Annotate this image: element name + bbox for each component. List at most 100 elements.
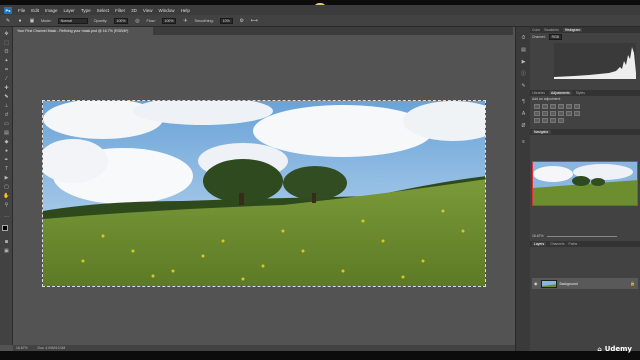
posterize-icon[interactable] — [534, 118, 540, 123]
color-lookup-icon[interactable] — [566, 111, 572, 116]
brush-preset-icon[interactable]: ✎ — [519, 83, 528, 90]
document-tab[interactable]: Your First Channel Mask - Refining your … — [13, 27, 153, 35]
more-tools-icon[interactable]: … — [2, 213, 11, 220]
zoom-readout[interactable]: 16.67% — [16, 346, 28, 350]
symmetry-icon[interactable]: ⟷ — [251, 18, 258, 24]
airbrush-icon[interactable]: ✈ — [182, 18, 188, 24]
move-tool-icon[interactable]: ✥ — [2, 31, 11, 38]
opacity-field[interactable]: 100% — [113, 17, 129, 24]
selective-color-icon[interactable] — [558, 118, 564, 123]
foreground-color-swatch[interactable] — [2, 225, 8, 231]
paragraph-panel-icon[interactable]: ¶ — [519, 99, 528, 106]
landscape-photo — [43, 101, 485, 286]
menu-window[interactable]: Window — [159, 8, 175, 13]
quick-select-tool-icon[interactable]: ✦ — [2, 58, 11, 65]
tab-styles[interactable]: Styles — [576, 91, 585, 95]
black-white-icon[interactable] — [542, 111, 548, 116]
pressure-opacity-icon[interactable]: ◎ — [134, 18, 140, 24]
doc-size-info[interactable]: Doc: 4.00M/13.0M — [38, 346, 66, 350]
tab-histogram[interactable]: Histogram — [562, 28, 583, 32]
tab-color[interactable]: Color — [532, 28, 540, 32]
brush-panel-icon[interactable]: ▣ — [29, 18, 35, 24]
gradient-map-icon[interactable] — [550, 118, 556, 123]
brush-tool-icon[interactable]: ✎ — [5, 18, 11, 24]
navigator-view-box[interactable] — [532, 161, 638, 206]
brush-tool-icon[interactable]: ✎ — [2, 94, 11, 101]
gradient-tool-icon[interactable]: ▤ — [2, 130, 11, 137]
navigator-zoom-slider[interactable] — [546, 235, 617, 237]
blur-tool-icon[interactable]: ◆ — [2, 139, 11, 146]
shape-tool-icon[interactable]: ▢ — [2, 184, 11, 191]
glyphs-panel-icon[interactable]: Ø — [519, 123, 528, 130]
panel-icon-strip: ⏱ ▤ ▶ ⓘ ✎ ¶ A Ø ≡ — [515, 27, 530, 351]
menu-image[interactable]: Image — [45, 8, 58, 13]
app-logo: Ps — [4, 6, 12, 14]
healing-tool-icon[interactable]: ✚ — [2, 85, 11, 92]
screen-mode-icon[interactable]: ▣ — [2, 248, 11, 255]
quick-mask-icon[interactable]: ◙ — [2, 239, 11, 246]
menu-type[interactable]: Type — [81, 8, 91, 13]
properties-panel-icon[interactable]: ▤ — [519, 47, 528, 54]
color-balance-icon[interactable] — [534, 111, 540, 116]
menu-layer[interactable]: Layer — [64, 8, 75, 13]
menu-3d[interactable]: 3D — [131, 8, 137, 13]
udemy-watermark: ⌂ Udemy — [597, 345, 632, 353]
menu-view[interactable]: View — [143, 8, 153, 13]
clone-stamp-tool-icon[interactable]: ⊥ — [2, 103, 11, 110]
path-select-tool-icon[interactable]: ▶ — [2, 175, 11, 182]
brush-size-icon[interactable]: ● — [17, 18, 23, 24]
threshold-icon[interactable] — [542, 118, 548, 123]
smoothing-field[interactable]: 10% — [219, 17, 233, 24]
hand-tool-icon[interactable]: ✋ — [2, 193, 11, 200]
layer-name[interactable]: Background — [560, 282, 578, 286]
tab-layers[interactable]: Layers — [532, 242, 547, 246]
curves-icon[interactable] — [550, 104, 556, 109]
visibility-eye-icon[interactable]: ◉ — [534, 281, 538, 286]
flow-field[interactable]: 100% — [161, 17, 177, 24]
channel-mixer-icon[interactable] — [558, 111, 564, 116]
menu-select[interactable]: Select — [97, 8, 110, 13]
eraser-tool-icon[interactable]: ▭ — [2, 121, 11, 128]
type-tool-icon[interactable]: T — [2, 166, 11, 173]
menu-edit[interactable]: Edit — [31, 8, 39, 13]
styles-panel-icon[interactable]: ≡ — [519, 139, 528, 146]
hue-saturation-icon[interactable] — [574, 104, 580, 109]
udemy-logo-icon: ⌂ — [597, 345, 602, 353]
marquee-tool-icon[interactable]: ⬚ — [2, 40, 11, 47]
document-image[interactable] — [42, 100, 486, 287]
history-panel-icon[interactable]: ⏱ — [519, 35, 528, 42]
info-panel-icon[interactable]: ⓘ — [519, 71, 528, 78]
tab-paths[interactable]: Paths — [569, 242, 578, 246]
options-bar: ✎ ● ▣ Mode: Normal Opacity: 100% ◎ Flow:… — [0, 15, 640, 27]
eyedropper-tool-icon[interactable]: ⁄ — [2, 76, 11, 83]
tab-channels[interactable]: Channels — [550, 242, 564, 246]
layer-row[interactable]: ◉ Background 🔒 — [532, 278, 638, 289]
crop-tool-icon[interactable]: ⌗ — [2, 67, 11, 74]
settings-gear-icon[interactable]: ⚙ — [239, 18, 245, 24]
character-panel-icon[interactable]: A — [519, 111, 528, 118]
actions-panel-icon[interactable]: ▶ — [519, 59, 528, 66]
brightness-contrast-icon[interactable] — [534, 104, 540, 109]
dodge-tool-icon[interactable]: ● — [2, 148, 11, 155]
photo-filter-icon[interactable] — [550, 111, 556, 116]
tab-swatches[interactable]: Swatches — [544, 28, 559, 32]
invert-icon[interactable] — [574, 111, 580, 116]
menu-filter[interactable]: Filter — [115, 8, 125, 13]
adjustments-panel: Libraries Adjustments Styles Add an adju… — [530, 90, 640, 130]
tab-libraries[interactable]: Libraries — [532, 91, 545, 95]
exposure-icon[interactable] — [558, 104, 564, 109]
levels-icon[interactable] — [542, 104, 548, 109]
zoom-tool-icon[interactable]: ⚲ — [2, 202, 11, 209]
smoothing-label: Smoothing: — [194, 18, 214, 23]
pen-tool-icon[interactable]: ✒ — [2, 157, 11, 164]
history-brush-tool-icon[interactable]: ↺ — [2, 112, 11, 119]
channel-select[interactable]: RGB — [548, 34, 562, 40]
tab-navigator[interactable]: Navigator — [532, 130, 551, 134]
menu-help[interactable]: Help — [181, 8, 190, 13]
lasso-tool-icon[interactable]: ʘ — [2, 49, 11, 56]
mode-select[interactable]: Normal — [57, 17, 88, 24]
tab-adjustments[interactable]: Adjustments — [549, 91, 572, 95]
vibrance-icon[interactable] — [566, 104, 572, 109]
menu-file[interactable]: File — [18, 8, 25, 13]
navigator-zoom[interactable]: 16.67% — [532, 234, 544, 238]
